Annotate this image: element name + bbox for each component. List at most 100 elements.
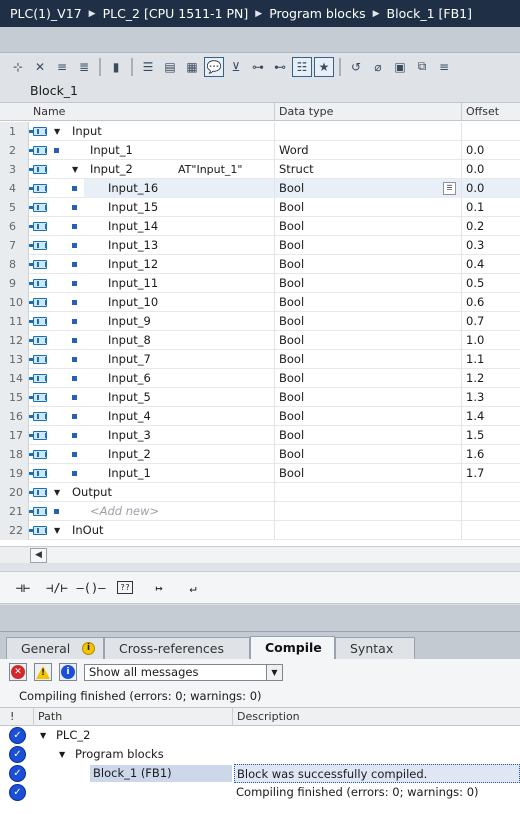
data-type-cell[interactable]: Bool	[274, 198, 461, 217]
show-errors-button[interactable]: ✕	[9, 663, 27, 681]
message-row-selected[interactable]: ✓ Block_1 (FB1) Block was successfully c…	[0, 764, 520, 783]
scroll-left-icon[interactable]: ◀	[30, 548, 47, 563]
monitor-on-icon[interactable]: ↺	[346, 57, 366, 77]
row-number[interactable]: 11	[0, 312, 29, 331]
data-type-cell[interactable]: Bool	[274, 274, 461, 293]
splitter[interactable]	[0, 563, 520, 571]
variable-name[interactable]: Input_6	[108, 369, 151, 388]
table-row[interactable]: 16 Input_4 Bool 1.4	[0, 407, 520, 426]
expand-triangle-icon[interactable]: ▼	[40, 726, 46, 745]
table-row[interactable]: 12 Input_8 Bool 1.0	[0, 331, 520, 350]
table-row[interactable]: 18 Input_2 Bool 1.6	[0, 445, 520, 464]
data-type-cell[interactable]	[274, 502, 461, 521]
scroll-track[interactable]	[48, 548, 520, 563]
variable-name[interactable]: Input_9	[108, 312, 151, 331]
tab-cross-references[interactable]: Cross-references	[104, 637, 250, 660]
table-row[interactable]: 2 Input_1 Word 0.0	[0, 141, 520, 160]
data-type-cell[interactable]: Struct	[274, 160, 461, 179]
table-row[interactable]: 21 <Add new>	[0, 502, 520, 521]
table-row[interactable]: 10 Input_10 Bool 0.6	[0, 293, 520, 312]
expand-triangle-icon[interactable]: ▼	[72, 160, 78, 179]
symbol-view-icon[interactable]: ⊷	[270, 57, 290, 77]
tab-syntax[interactable]: Syntax	[335, 637, 415, 660]
breadcrumb-program-blocks[interactable]: Program blocks	[269, 6, 365, 21]
table-row[interactable]: 20 ▼ Output	[0, 483, 520, 502]
delete-network-icon[interactable]: ✕	[30, 57, 50, 77]
row-number[interactable]: 16	[0, 407, 29, 426]
breadcrumb-project[interactable]: PLC(1)_V17	[10, 6, 82, 21]
breadcrumb-plc[interactable]: PLC_2 [CPU 1511-1 PN]	[103, 6, 249, 21]
table-row[interactable]: 11 Input_9 Bool 0.7	[0, 312, 520, 331]
data-type-cell[interactable]	[274, 483, 461, 502]
monitor-off-icon[interactable]: ⌀	[368, 57, 388, 77]
comment-view-icon[interactable]: ▦	[182, 57, 202, 77]
close-branch-icon[interactable]: ↵	[176, 576, 210, 600]
message-row[interactable]: ✓ ▼ Program blocks	[0, 745, 520, 764]
variable-name[interactable]: Input_1	[108, 464, 151, 483]
row-number[interactable]: 5	[0, 198, 29, 217]
row-number[interactable]: 12	[0, 331, 29, 350]
snapshot-icon[interactable]: ▣	[390, 57, 410, 77]
type-picker-icon[interactable]: ☰	[443, 182, 456, 195]
variable-name[interactable]: Input_1	[90, 141, 133, 160]
variable-name[interactable]: Input_13	[108, 236, 158, 255]
operand-view-icon[interactable]: ⊶	[248, 57, 268, 77]
normally-open-contact-icon[interactable]: ⊣⊢	[6, 576, 40, 600]
networks-overview-icon[interactable]: ☷	[292, 56, 312, 77]
normally-closed-contact-icon[interactable]: ⊣/⊢	[40, 576, 74, 600]
add-row-icon[interactable]: ≣	[74, 57, 94, 77]
variable-name[interactable]: Input_12	[108, 255, 158, 274]
add-new-placeholder[interactable]: <Add new>	[90, 502, 159, 521]
more-tools-icon[interactable]: ≡	[434, 57, 454, 77]
variable-name[interactable]: Output	[72, 483, 112, 502]
row-number[interactable]: 22	[0, 521, 29, 540]
data-type-cell[interactable]	[274, 521, 461, 540]
variable-name[interactable]: Input_11	[108, 274, 158, 293]
go-to-error-icon[interactable]: ⊻	[226, 57, 246, 77]
empty-box-icon[interactable]: ??	[108, 576, 142, 600]
variable-name[interactable]: Input_7	[108, 350, 151, 369]
show-info-button[interactable]: i	[59, 663, 77, 681]
variable-name[interactable]: Input_10	[108, 293, 158, 312]
data-type-cell[interactable]: Bool	[274, 236, 461, 255]
column-header-data-type[interactable]: Data type	[274, 103, 461, 121]
variable-name[interactable]: Input	[72, 122, 102, 141]
row-number[interactable]: 19	[0, 464, 29, 483]
show-absolute-icon[interactable]: ▮	[106, 57, 126, 77]
variable-name[interactable]: Input_15	[108, 198, 158, 217]
table-row[interactable]: 19 Input_1 Bool 1.7	[0, 464, 520, 483]
data-type-cell[interactable]: Bool	[274, 350, 461, 369]
data-type-cell[interactable]: Bool	[274, 369, 461, 388]
insert-row-icon[interactable]: ≡	[52, 57, 72, 77]
table-row[interactable]: 22 ▼ InOut	[0, 521, 520, 540]
data-type-cell[interactable]: Bool	[274, 388, 461, 407]
variable-name[interactable]: Input_16	[108, 179, 159, 198]
data-type-cell[interactable]	[274, 122, 461, 141]
message-row[interactable]: ✓ ▼ PLC_2	[0, 726, 520, 745]
row-number[interactable]: 17	[0, 426, 29, 445]
column-header-bang[interactable]: !	[0, 708, 33, 726]
data-type-cell[interactable]: Bool	[274, 445, 461, 464]
table-row[interactable]: 13 Input_7 Bool 1.1	[0, 350, 520, 369]
table-row[interactable]: 4 Input_16 Bool ☰ 0.0	[0, 179, 520, 198]
row-number[interactable]: 4	[0, 179, 29, 198]
copy-snapshot-icon[interactable]: ⧉	[412, 57, 432, 77]
row-number[interactable]: 1	[0, 122, 29, 141]
data-type-cell[interactable]: Bool	[274, 331, 461, 350]
data-type-cell[interactable]: Bool	[274, 312, 461, 331]
comments-toggle-icon[interactable]: 💬	[204, 56, 224, 77]
row-number[interactable]: 10	[0, 293, 29, 312]
tab-compile[interactable]: Compile	[250, 636, 335, 660]
message-row[interactable]: ✓ Compiling finished (errors: 0; warning…	[0, 783, 520, 802]
data-type-cell[interactable]: Bool	[274, 255, 461, 274]
variable-name[interactable]: Input_2	[108, 445, 151, 464]
horizontal-scrollbar[interactable]: ◀	[0, 546, 520, 563]
row-number[interactable]: 6	[0, 217, 29, 236]
table-row[interactable]: 6 Input_14 Bool 0.2	[0, 217, 520, 236]
table-row[interactable]: 8 Input_12 Bool 0.4	[0, 255, 520, 274]
favorites-icon[interactable]: ★	[314, 56, 334, 77]
list-view-icon[interactable]: ☰	[138, 57, 158, 77]
breadcrumb-block[interactable]: Block_1 [FB1]	[387, 6, 472, 21]
expand-triangle-icon[interactable]: ▼	[54, 521, 60, 540]
row-number[interactable]: 20	[0, 483, 29, 502]
